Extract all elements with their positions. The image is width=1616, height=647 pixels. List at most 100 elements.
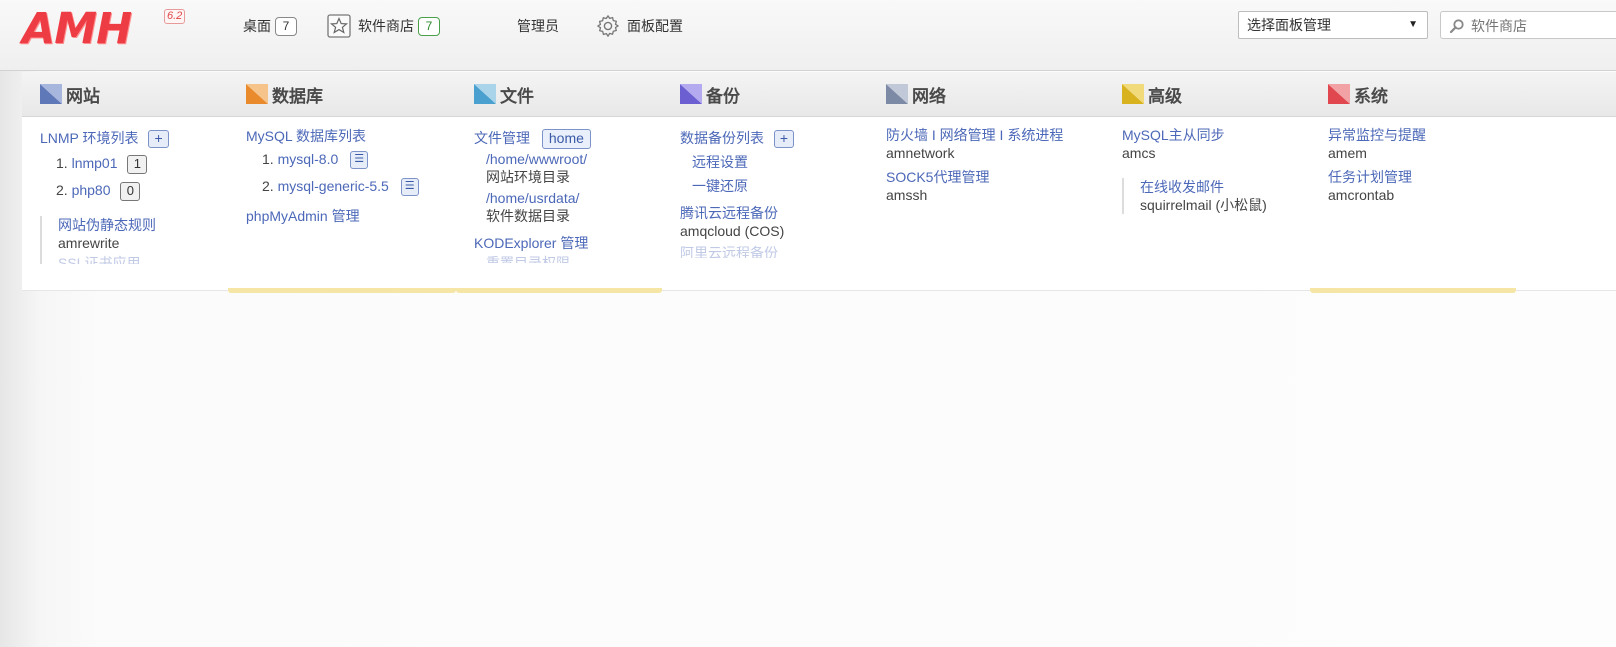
advanced-column: MySQL主从同步 amcs 在线收发邮件 squirrelmail (小松鼠) — [1122, 127, 1267, 214]
nav-config-label: 面板配置 — [627, 18, 683, 34]
amh-logo[interactable]: AMH 6.2 — [22, 6, 192, 52]
list-icon[interactable]: ☰ — [350, 151, 369, 170]
db-link-mysql-8[interactable]: mysql-8.0 — [278, 151, 339, 167]
search-input[interactable] — [1469, 13, 1613, 39]
nav-desktop[interactable]: 桌面 7 — [243, 14, 297, 38]
env-index: 2. — [56, 182, 68, 198]
list-item: 2. php80 0 — [40, 180, 169, 201]
one-click-restore-link[interactable]: 一键还原 — [692, 178, 748, 194]
list-icon[interactable]: ☰ — [400, 178, 419, 197]
env-count-badge[interactable]: 0 — [120, 182, 141, 201]
lnmp-list-link[interactable]: LNMP 环境列表 — [40, 130, 139, 146]
aliyun-backup-link-faded[interactable]: 阿里云远程备份 — [680, 244, 794, 258]
add-backup-button[interactable]: + — [773, 130, 795, 149]
desktop-count-badge: 7 — [275, 16, 297, 36]
db-index: 1. — [262, 151, 274, 167]
highlight-strip-database — [228, 288, 456, 293]
category-advanced-label: 高级 — [1148, 86, 1182, 106]
system-category-icon — [1328, 84, 1350, 104]
mail-block: 在线收发邮件 squirrelmail (小松鼠) — [1122, 178, 1267, 214]
highlight-strip-system — [1310, 288, 1516, 293]
panel-manage-select[interactable]: 选择面板管理 ▼ — [1238, 11, 1428, 39]
mysql-list-link[interactable]: MySQL 数据库列表 — [246, 128, 366, 144]
panel-select-value: 选择面板管理 — [1247, 17, 1331, 33]
nav-desktop-label: 桌面 — [243, 18, 271, 34]
version-badge: 6.2 — [164, 9, 186, 24]
file-manager-link[interactable]: 文件管理 — [474, 130, 530, 146]
list-item: 2. mysql-generic-5.5 ☰ — [246, 176, 419, 197]
category-network-label: 网络 — [912, 86, 946, 106]
database-category-icon — [246, 84, 268, 104]
tencent-module-name: amqcloud (COS) — [680, 223, 785, 239]
nav-store-label: 软件商店 — [358, 18, 414, 34]
category-system[interactable]: 系统 — [1328, 83, 1388, 106]
nav-admin-label: 管理员 — [517, 18, 559, 34]
category-database[interactable]: 数据库 — [246, 83, 323, 106]
remote-settings-link[interactable]: 远程设置 — [692, 154, 748, 170]
add-lnmp-button[interactable]: + — [148, 130, 169, 149]
cron-manager-link[interactable]: 任务计划管理 — [1328, 169, 1412, 185]
nav-admin[interactable]: 管理员 — [517, 14, 559, 38]
nav-config[interactable]: 面板配置 — [596, 14, 683, 38]
search-box[interactable] — [1440, 11, 1616, 39]
mail-module-name: squirrelmail (小松鼠) — [1140, 197, 1267, 213]
mysql-sync-module-name: amcs — [1122, 145, 1156, 161]
online-mail-link[interactable]: 在线收发邮件 — [1140, 179, 1224, 195]
db-index: 2. — [262, 178, 274, 194]
env-link-lnmp01[interactable]: lnmp01 — [72, 155, 118, 171]
search-icon — [1449, 19, 1464, 34]
advanced-category-icon — [1122, 84, 1144, 104]
category-bar: 网站 数据库 文件 备份 网络 高级 系统 — [22, 72, 1616, 117]
rewrite-module-name: amrewrite — [58, 235, 120, 251]
mysql-sync-link[interactable]: MySQL主从同步 — [1122, 127, 1225, 143]
files-column: 文件管理 home /home/wwwroot/ 网站环境目录 /home/us… — [474, 129, 591, 263]
backup-column: 数据备份列表 + 远程设置 一键还原 腾讯云远程备份 amqcloud (COS… — [680, 130, 795, 258]
category-files[interactable]: 文件 — [474, 83, 534, 106]
kodexplorer-link[interactable]: KODExplorer 管理 — [474, 235, 588, 251]
logo-text: AMH — [22, 4, 132, 54]
sock5-module-name: amssh — [886, 187, 928, 203]
monitor-module-name: amem — [1328, 145, 1367, 161]
category-files-label: 文件 — [500, 86, 534, 106]
store-count-badge: 7 — [418, 16, 440, 36]
wwwroot-path-link[interactable]: /home/wwwroot/ — [486, 151, 587, 167]
category-network[interactable]: 网络 — [886, 83, 946, 106]
rewrite-block: 网站伪静态规则 amrewrite SSL证书应用 — [40, 216, 169, 264]
usrdata-desc: 软件数据目录 — [486, 208, 570, 224]
cron-module-name: amcrontab — [1328, 187, 1395, 203]
monitor-alert-link[interactable]: 异常监控与提醒 — [1328, 127, 1426, 143]
system-column: 异常监控与提醒 amem 任务计划管理 amcrontab — [1328, 127, 1426, 204]
env-index: 1. — [56, 155, 68, 171]
sock5-proxy-link[interactable]: SOCK5代理管理 — [886, 169, 989, 185]
ssl-link-faded[interactable]: SSL证书应用 — [58, 254, 169, 264]
highlight-strip-files — [456, 288, 662, 293]
nav-store[interactable]: 软件商店 7 — [327, 14, 440, 38]
dropdown-arrow-icon: ▼ — [1408, 19, 1418, 30]
phpmyadmin-link[interactable]: phpMyAdmin 管理 — [246, 208, 360, 224]
network-category-icon — [886, 84, 908, 104]
reset-permission-link-faded[interactable]: 重置目录权限 — [474, 253, 591, 263]
network-column: 防火墙 I 网络管理 I 系统进程 amnetwork SOCK5代理管理 am… — [886, 127, 1063, 204]
env-count-badge[interactable]: 1 — [127, 155, 148, 174]
category-backup-label: 备份 — [706, 86, 740, 106]
header: AMH 6.2 桌面 7 软件商店 7 管理员 面板配置 选择面板管理 ▼ — [0, 0, 1616, 71]
wwwroot-desc: 网站环境目录 — [486, 169, 570, 185]
category-advanced[interactable]: 高级 — [1122, 83, 1182, 106]
store-star-icon — [327, 14, 351, 38]
home-button[interactable]: home — [541, 129, 591, 149]
category-database-label: 数据库 — [272, 86, 323, 106]
category-system-label: 系统 — [1354, 86, 1388, 106]
category-website-label: 网站 — [66, 86, 100, 106]
rewrite-rules-link[interactable]: 网站伪静态规则 — [58, 217, 156, 233]
files-category-icon — [474, 84, 496, 104]
category-backup[interactable]: 备份 — [680, 83, 740, 106]
backup-list-link[interactable]: 数据备份列表 — [680, 130, 764, 146]
category-website[interactable]: 网站 — [40, 83, 100, 106]
env-link-php80[interactable]: php80 — [72, 182, 111, 198]
usrdata-path-link[interactable]: /home/usrdata/ — [486, 190, 579, 206]
db-link-mysql-5-5[interactable]: mysql-generic-5.5 — [278, 178, 389, 194]
tencent-backup-link[interactable]: 腾讯云远程备份 — [680, 205, 778, 221]
main-menu-panel: 网站 数据库 文件 备份 网络 高级 系统 LNMP 环境列表 + 1. lnm… — [22, 72, 1616, 293]
network-module-name: amnetwork — [886, 145, 955, 161]
firewall-link[interactable]: 防火墙 I 网络管理 I 系统进程 — [886, 127, 1063, 143]
